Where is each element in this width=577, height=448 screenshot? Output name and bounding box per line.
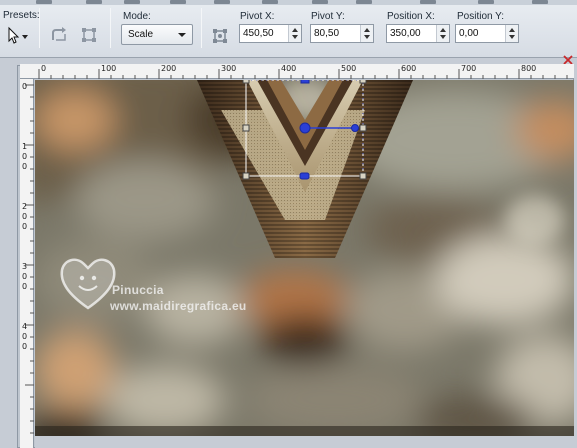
ruler-h-label: 400 — [281, 64, 297, 73]
ruler-h-label: 300 — [221, 64, 237, 73]
vertical-ruler: 0 100 200 300 400 — [20, 79, 34, 448]
rotate-reset-icon — [52, 27, 66, 41]
pivot-y-value: 80,50 — [314, 28, 340, 39]
pivot-reset-button[interactable] — [209, 25, 231, 47]
horizontal-ruler: 0 100 200 300 400 500 600 700 800 — [20, 64, 574, 79]
ruler-h-label: 500 — [341, 64, 357, 73]
toolbar-separator — [39, 8, 40, 48]
chevron-down-icon — [178, 33, 186, 37]
resize-handle-bottom-left[interactable] — [242, 172, 250, 180]
position-x-spinner[interactable] — [436, 25, 449, 42]
pivot-point-handle[interactable] — [299, 122, 311, 134]
tool-options-bar: Presets: Mode: Scale Pivot X: 450,50 Piv… — [0, 0, 577, 58]
ruler-v-label: 0 — [22, 82, 28, 91]
ruler-v-label: 300 — [22, 262, 28, 291]
toolbar-separator — [201, 8, 202, 48]
resize-handle-bottom[interactable] — [299, 172, 310, 180]
ruler-v-label: 100 — [22, 142, 28, 171]
presets-label: Presets: — [3, 10, 40, 21]
pivot-point-icon — [213, 29, 227, 43]
ruler-h-label: 700 — [461, 64, 477, 73]
mode-select[interactable]: Scale — [121, 24, 193, 45]
pivot-y-spinner[interactable] — [360, 25, 373, 42]
top-toolbar-strip — [0, 0, 577, 5]
pivot-x-label: Pivot X: — [240, 11, 275, 22]
canvas-bottom-margin — [35, 436, 574, 448]
presets-dropdown-button[interactable] — [4, 24, 32, 46]
position-y-spinner[interactable] — [505, 25, 518, 42]
watermark-name: Pinuccia — [112, 283, 164, 297]
ruler-h-label: 800 — [521, 64, 537, 73]
resize-handle-top-right[interactable] — [359, 80, 367, 84]
position-y-label: Position Y: — [457, 11, 505, 22]
position-y-value: 0,00 — [459, 28, 479, 39]
resize-handle-top[interactable] — [300, 80, 310, 84]
toolbar-separator — [110, 8, 111, 48]
mode-label: Mode: — [123, 11, 151, 22]
document-close-button[interactable] — [562, 52, 574, 65]
mode-select-value: Scale — [128, 29, 154, 40]
position-x-value: 350,00 — [390, 28, 421, 39]
resize-handle-top-left[interactable] — [242, 80, 250, 84]
ruler-h-label: 0 — [41, 64, 47, 73]
pivot-y-input[interactable]: 80,50 — [310, 24, 374, 43]
position-y-input[interactable]: 0,00 — [455, 24, 519, 43]
pivot-x-input[interactable]: 450,50 — [239, 24, 302, 43]
transform-options-button[interactable] — [78, 24, 100, 46]
reset-rectangle-button[interactable] — [48, 24, 70, 46]
position-x-input[interactable]: 350,00 — [386, 24, 450, 43]
bounding-box-icon — [82, 28, 96, 42]
ruler-v-label: 400 — [22, 322, 28, 351]
position-x-label: Position X: — [387, 11, 435, 22]
pivot-x-value: 450,50 — [243, 28, 274, 39]
resize-handle-left[interactable] — [242, 124, 250, 132]
ruler-h-label: 600 — [401, 64, 417, 73]
ruler-h-label: 200 — [161, 64, 177, 73]
rotation-handle[interactable] — [351, 124, 359, 132]
ruler-h-label: 100 — [101, 64, 117, 73]
ruler-v-label: 200 — [22, 202, 28, 231]
watermark-url: www.maidiregrafica.eu — [110, 299, 247, 313]
resize-handle-bottom-right[interactable] — [359, 172, 367, 180]
resize-handle-right[interactable] — [359, 124, 367, 132]
pivot-x-spinner[interactable] — [288, 25, 301, 42]
pick-tool-icon — [8, 26, 28, 44]
pivot-y-label: Pivot Y: — [311, 11, 345, 22]
